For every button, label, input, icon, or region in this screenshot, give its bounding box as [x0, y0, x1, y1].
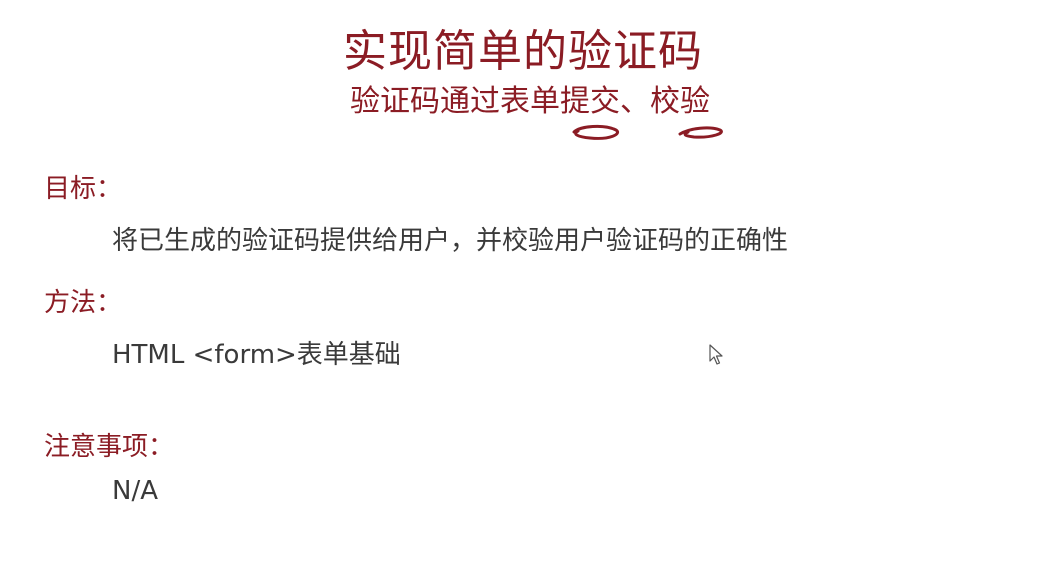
notes-text: N/A	[112, 476, 158, 506]
notes-heading: 注意事项：	[44, 432, 175, 462]
goal-text: 将已生成的验证码提供给用户，并校验用户验证码的正确性	[112, 226, 789, 256]
method-text: HTML <form>表单基础	[112, 340, 401, 370]
method-heading: 方法：	[44, 288, 123, 318]
slide-title: 实现简单的验证码	[343, 26, 703, 77]
goal-heading: 目标：	[44, 174, 123, 204]
mouse-pointer-icon	[709, 344, 723, 365]
pen-annotation-scribble	[572, 124, 723, 140]
slide-subtitle: 验证码通过表单提交、校验	[350, 84, 710, 119]
